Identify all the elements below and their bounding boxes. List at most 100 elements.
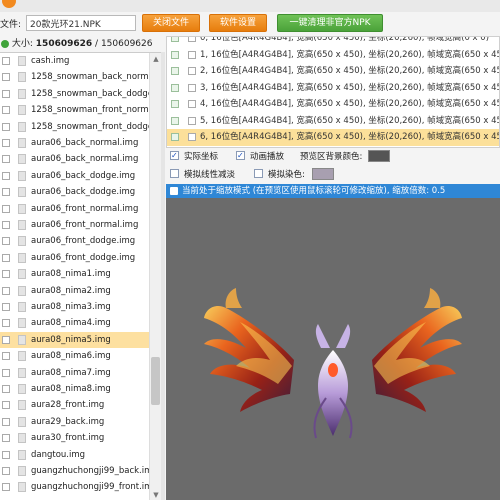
animate-label: 动画播放 bbox=[250, 152, 285, 162]
frame-list-item[interactable]: 1, 16位色[A4R4G4B4], 宽高(650 x 450), 坐标(20,… bbox=[167, 47, 499, 64]
file-list-item[interactable]: aura30_front.img bbox=[0, 430, 150, 446]
img-file-icon bbox=[18, 154, 26, 165]
file-name: 1258_snowman_back_dodge. bbox=[31, 88, 156, 99]
file-list-item[interactable]: aura08_nima4.img bbox=[0, 315, 150, 331]
frame-list-item[interactable]: 2, 16位色[A4R4G4B4], 宽高(650 x 450), 坐标(20,… bbox=[167, 63, 499, 80]
frame-list-item[interactable]: 4, 16位色[A4R4G4B4], 宽高(650 x 450), 坐标(20,… bbox=[167, 96, 499, 113]
frame-list-item[interactable]: 0, 16位色[A4R4G4B4], 宽高(650 x 450), 坐标(20,… bbox=[167, 37, 499, 47]
file-checkbox[interactable] bbox=[2, 434, 10, 443]
file-list-item[interactable]: 1258_snowman_front_normal bbox=[0, 102, 156, 118]
file-list-item[interactable]: 1258_snowman_back_dodge. bbox=[0, 86, 156, 102]
file-checkbox[interactable] bbox=[2, 221, 10, 229]
file-list-item[interactable]: aura08_nima7.img bbox=[0, 365, 150, 381]
file-list-item[interactable]: 1258_snowman_front_dodge. bbox=[0, 119, 156, 135]
dye-color-swatch[interactable] bbox=[312, 168, 334, 180]
file-list-item[interactable]: aura06_back_dodge.img bbox=[0, 168, 150, 184]
file-list-item[interactable]: aura06_front_normal.img bbox=[0, 201, 150, 217]
file-checkbox[interactable] bbox=[2, 188, 10, 197]
frame-checkbox[interactable] bbox=[188, 37, 196, 42]
file-list-item[interactable]: aura06_front_dodge.img bbox=[0, 233, 150, 249]
frame-list-item[interactable]: 3, 16位色[A4R4G4B4], 宽高(650 x 450), 坐标(20,… bbox=[167, 80, 499, 97]
file-list-item[interactable]: aura08_nima3.img bbox=[0, 299, 150, 315]
file-list-item[interactable]: 1258_snowman_back_normal. bbox=[0, 69, 159, 85]
file-checkbox[interactable] bbox=[2, 253, 10, 262]
file-checkbox[interactable] bbox=[2, 106, 10, 115]
file-list-item[interactable]: aura06_back_dodge.img bbox=[0, 184, 150, 200]
file-checkbox[interactable] bbox=[2, 155, 10, 164]
img-file-icon bbox=[18, 416, 26, 427]
frame-list-item[interactable]: 6, 16位色[A4R4G4B4], 宽高(650 x 450), 坐标(20,… bbox=[167, 129, 499, 146]
file-checkbox[interactable] bbox=[2, 204, 10, 213]
file-checkbox[interactable] bbox=[2, 352, 10, 361]
file-list-item[interactable]: aura08_nima2.img bbox=[0, 283, 150, 299]
file-checkbox[interactable] bbox=[2, 401, 10, 410]
file-checkbox[interactable] bbox=[2, 385, 10, 393]
dye-checkbox[interactable] bbox=[254, 169, 263, 178]
file-list-item[interactable]: aura06_front_normal.img bbox=[0, 217, 150, 233]
file-list-item[interactable]: aura08_nima8.img bbox=[0, 381, 150, 397]
file-checkbox[interactable] bbox=[2, 89, 10, 98]
animate-checkbox[interactable] bbox=[236, 150, 245, 162]
file-list-item[interactable]: guangzhuchongji99_front.img bbox=[0, 479, 158, 495]
file-checkbox[interactable] bbox=[2, 483, 10, 492]
file-checkbox[interactable] bbox=[2, 286, 10, 295]
real-coords-checkbox[interactable] bbox=[170, 150, 179, 162]
frame-checkbox[interactable] bbox=[188, 83, 196, 92]
file-name: dangtou.img bbox=[31, 449, 86, 460]
frame-checkbox[interactable] bbox=[188, 100, 196, 108]
file-checkbox[interactable] bbox=[2, 171, 10, 180]
file-list-item[interactable]: aura06_back_normal.img bbox=[0, 151, 150, 167]
frame-checkbox[interactable] bbox=[188, 50, 196, 59]
file-checkbox[interactable] bbox=[2, 303, 10, 311]
file-checkbox[interactable] bbox=[2, 270, 10, 279]
linear-fade-checkbox[interactable] bbox=[170, 169, 179, 178]
size-total: 150609626 bbox=[100, 39, 153, 49]
file-list-item[interactable]: cash.img bbox=[0, 53, 150, 69]
file-list-item[interactable]: aura08_nima5.img bbox=[0, 331, 150, 348]
img-file-list[interactable]: cash.img 1258_snowman_back_normal. 1258_sn… bbox=[0, 52, 161, 500]
file-list-item[interactable]: dangtou.img bbox=[0, 447, 150, 463]
img-file-icon bbox=[18, 187, 26, 198]
file-list-item[interactable]: aura28_front.img bbox=[0, 397, 150, 413]
scrollbar-thumb[interactable] bbox=[151, 357, 160, 405]
file-name: aura28_front.img bbox=[31, 400, 105, 411]
clean-npk-button[interactable]: 一键清理非官方NPK bbox=[277, 14, 383, 32]
file-list-item[interactable]: aura08_nima6.img bbox=[0, 348, 150, 364]
animate-option[interactable]: 动画播放 bbox=[236, 150, 285, 163]
file-checkbox[interactable] bbox=[2, 467, 10, 475]
file-list-item[interactable]: guangzhuchongji99_back.img bbox=[0, 463, 158, 479]
preview-area[interactable]: 当前处于缩放模式 (在预览区使用鼠标滚轮可修改缩放), 缩放倍数: 0.5 bbox=[166, 184, 500, 500]
file-checkbox[interactable] bbox=[2, 73, 10, 82]
frame-checkbox[interactable] bbox=[188, 116, 196, 125]
dye-option[interactable]: 模拟染色: bbox=[254, 169, 305, 181]
file-checkbox[interactable] bbox=[2, 139, 10, 147]
file-checkbox[interactable] bbox=[2, 319, 10, 328]
file-checkbox[interactable] bbox=[2, 122, 10, 131]
settings-button[interactable]: 软件设置 bbox=[209, 14, 267, 32]
scroll-up-icon[interactable]: ▲ bbox=[152, 55, 160, 63]
file-path-input[interactable] bbox=[26, 15, 136, 31]
frame-checkbox[interactable] bbox=[188, 67, 196, 75]
file-list-item[interactable]: aura06_front_dodge.img bbox=[0, 250, 150, 266]
close-file-button[interactable]: 关闭文件 bbox=[142, 14, 200, 32]
file-checkbox[interactable] bbox=[2, 335, 10, 344]
img-file-icon bbox=[18, 449, 26, 460]
file-checkbox[interactable] bbox=[2, 237, 10, 246]
frame-checkbox[interactable] bbox=[188, 133, 196, 141]
file-checkbox[interactable] bbox=[2, 57, 10, 65]
file-checkbox[interactable] bbox=[2, 417, 10, 426]
frame-list[interactable]: 0, 16位色[A4R4G4B4], 宽高(650 x 450), 坐标(20,… bbox=[166, 36, 500, 148]
pane-divider[interactable] bbox=[161, 52, 165, 500]
file-list-item[interactable]: aura06_back_normal.img bbox=[0, 135, 150, 151]
file-list-item[interactable]: aura08_nima1.img bbox=[0, 266, 150, 282]
linear-fade-option[interactable]: 模拟线性减淡 bbox=[170, 169, 235, 181]
file-checkbox[interactable] bbox=[2, 368, 10, 377]
file-checkbox[interactable] bbox=[2, 450, 10, 459]
scroll-down-icon[interactable]: ▼ bbox=[152, 491, 160, 499]
frame-list-item[interactable]: 5, 16位色[A4R4G4B4], 宽高(650 x 450), 坐标(20,… bbox=[167, 113, 499, 130]
file-name: aura06_front_dodge.img bbox=[31, 252, 136, 263]
bg-color-swatch[interactable] bbox=[368, 150, 390, 162]
file-list-scrollbar[interactable]: ▲ ▼ bbox=[149, 53, 161, 500]
real-coords-option[interactable]: 实际坐标 bbox=[170, 150, 218, 163]
file-list-item[interactable]: aura29_back.img bbox=[0, 414, 150, 430]
